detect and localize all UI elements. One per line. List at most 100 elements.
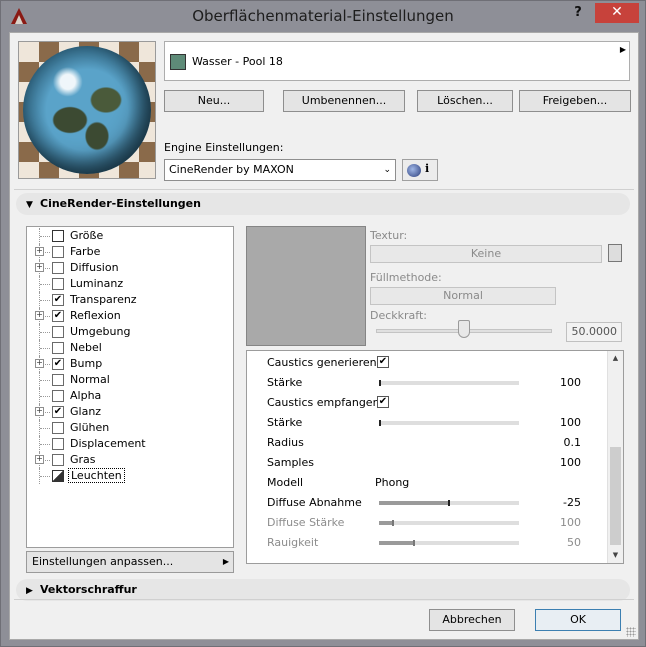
tree-connector bbox=[40, 444, 50, 445]
property-value[interactable]: 0.1 bbox=[564, 436, 582, 449]
property-slider-marker bbox=[379, 380, 381, 386]
property-row: Diffuse Stärke 100 bbox=[247, 513, 607, 533]
tree-item-label: Reflexion bbox=[70, 309, 121, 322]
tree-item[interactable]: + ✔ Reflexion bbox=[27, 308, 233, 324]
property-value[interactable]: Phong bbox=[375, 476, 409, 489]
customize-settings-button[interactable]: Einstellungen anpassen... ▶ bbox=[26, 551, 234, 573]
size-icon bbox=[52, 230, 64, 242]
property-row[interactable]: Stärke 100 bbox=[247, 373, 607, 393]
tree-item-label: Leuchten bbox=[68, 468, 125, 483]
chevron-down-icon: ⌄ bbox=[383, 165, 391, 175]
section-vektor-header[interactable]: ▶ Vektorschraffur bbox=[16, 579, 630, 601]
tree-item[interactable]: Nebel bbox=[27, 340, 233, 356]
property-row[interactable]: Diffuse Abnahme -25 bbox=[247, 493, 607, 513]
cancel-button[interactable]: Abbrechen bbox=[429, 609, 515, 631]
property-row[interactable]: Stärke 100 bbox=[247, 413, 607, 433]
tree-item-checkbox[interactable] bbox=[52, 262, 64, 274]
tree-item-label: Displacement bbox=[70, 437, 146, 450]
tree-item-checkbox[interactable]: ✔ bbox=[52, 358, 64, 370]
delete-button[interactable]: Löschen... bbox=[417, 90, 513, 112]
expand-plus-icon[interactable]: + bbox=[35, 263, 44, 272]
property-label: Radius bbox=[267, 436, 304, 449]
tree-item[interactable]: + Farbe bbox=[27, 244, 233, 260]
tree-item-checkbox[interactable] bbox=[52, 454, 64, 466]
tree-item-label: Umgebung bbox=[70, 325, 131, 338]
tree-item[interactable]: + Diffusion bbox=[27, 260, 233, 276]
resize-grip-icon[interactable] bbox=[626, 627, 636, 637]
material-color-swatch bbox=[170, 54, 186, 70]
property-row[interactable]: Radius 0.1 bbox=[247, 433, 607, 453]
expand-plus-icon[interactable]: + bbox=[35, 359, 44, 368]
scroll-up-icon[interactable]: ▲ bbox=[608, 351, 623, 366]
settings-tree[interactable]: Größe + Farbe + Diffusion Luminanz ✔ Transparen… bbox=[26, 226, 234, 548]
help-button[interactable]: ? bbox=[567, 3, 589, 25]
tree-item-checkbox[interactable] bbox=[52, 342, 64, 354]
property-slider[interactable] bbox=[379, 420, 519, 426]
tree-item[interactable]: + ✔ Bump bbox=[27, 356, 233, 372]
tree-item[interactable]: ✔ Transparenz bbox=[27, 292, 233, 308]
property-label: Rauigkeit bbox=[267, 536, 319, 549]
properties-list[interactable]: ▲ ▼ Caustics generieren ✔ Stärke 100 Caustic… bbox=[246, 350, 624, 564]
tree-item-checkbox[interactable] bbox=[52, 278, 64, 290]
share-button[interactable]: Freigeben... bbox=[519, 90, 631, 112]
tree-item[interactable]: + Gras bbox=[27, 452, 233, 468]
tree-item-checkbox[interactable] bbox=[52, 390, 64, 402]
property-value: 100 bbox=[560, 376, 581, 389]
tree-item[interactable]: Alpha bbox=[27, 388, 233, 404]
tree-item-checkbox[interactable]: ✔ bbox=[52, 294, 64, 306]
ok-button[interactable]: OK bbox=[535, 609, 621, 631]
new-button[interactable]: Neu... bbox=[164, 90, 264, 112]
tree-item[interactable]: Umgebung bbox=[27, 324, 233, 340]
property-row[interactable]: Samples 100 bbox=[247, 453, 607, 473]
tree-item-checkbox[interactable] bbox=[52, 422, 64, 434]
tree-item-checkbox[interactable] bbox=[52, 374, 64, 386]
material-name-field[interactable]: Wasser - Pool 18 ▶ bbox=[164, 41, 630, 81]
tree-item-checkbox[interactable] bbox=[52, 246, 64, 258]
tree-item[interactable]: Glühen bbox=[27, 420, 233, 436]
section-cinerender-header[interactable]: ▼ CineRender-Einstellungen bbox=[16, 193, 630, 215]
tree-item[interactable]: Leuchten bbox=[27, 468, 233, 484]
engine-info-button[interactable]: i bbox=[402, 159, 438, 181]
material-menu-arrow-icon[interactable]: ▶ bbox=[620, 45, 626, 54]
property-label: Stärke bbox=[267, 416, 303, 429]
tree-item[interactable]: + ✔ Glanz bbox=[27, 404, 233, 420]
property-checkbox[interactable]: ✔ bbox=[377, 356, 389, 368]
property-row[interactable]: Caustics generieren ✔ bbox=[247, 353, 607, 373]
tree-item[interactable]: Größe bbox=[27, 228, 233, 244]
tree-item-checkbox[interactable]: ✔ bbox=[52, 310, 64, 322]
property-row[interactable]: Caustics empfangen ✔ bbox=[247, 393, 607, 413]
tree-item-checkbox[interactable] bbox=[52, 326, 64, 338]
property-value[interactable]: 100 bbox=[560, 456, 581, 469]
expand-plus-icon[interactable]: + bbox=[35, 311, 44, 320]
tree-item-checkbox[interactable]: ✔ bbox=[52, 406, 64, 418]
title-bar: Oberflächenmaterial-Einstellungen ? ✕ bbox=[1, 1, 645, 31]
rename-button[interactable]: Umbenennen... bbox=[283, 90, 405, 112]
engine-select[interactable]: CineRender by MAXON ⌄ bbox=[164, 159, 396, 181]
property-slider[interactable] bbox=[379, 380, 519, 386]
property-row[interactable]: Modell Phong bbox=[247, 473, 607, 493]
expand-plus-icon[interactable]: + bbox=[35, 407, 44, 416]
property-checkbox[interactable]: ✔ bbox=[377, 396, 389, 408]
expand-plus-icon[interactable]: + bbox=[35, 247, 44, 256]
tree-item[interactable]: Displacement bbox=[27, 436, 233, 452]
tree-item-checkbox[interactable] bbox=[52, 438, 64, 450]
tree-item-label: Glanz bbox=[70, 405, 102, 418]
texture-label: Textur: bbox=[370, 229, 408, 242]
scroll-down-icon[interactable]: ▼ bbox=[608, 548, 623, 563]
engine-select-value: CineRender by MAXON bbox=[169, 163, 294, 176]
tree-item-label: Diffusion bbox=[70, 261, 119, 274]
tree-item[interactable]: Normal bbox=[27, 372, 233, 388]
property-slider[interactable] bbox=[379, 500, 519, 506]
expand-plus-icon[interactable]: + bbox=[35, 455, 44, 464]
opacity-slider-thumb bbox=[458, 320, 470, 338]
close-button[interactable]: ✕ bbox=[595, 3, 639, 23]
tree-connector bbox=[40, 332, 50, 333]
tree-connector bbox=[40, 348, 50, 349]
tree-item-label: Luminanz bbox=[70, 277, 124, 290]
property-label: Diffuse Stärke bbox=[267, 516, 345, 529]
properties-scrollbar[interactable]: ▲ ▼ bbox=[607, 351, 623, 563]
property-value: 50 bbox=[567, 536, 581, 549]
tree-item[interactable]: Luminanz bbox=[27, 276, 233, 292]
scroll-thumb[interactable] bbox=[610, 447, 621, 545]
property-label: Samples bbox=[267, 456, 314, 469]
